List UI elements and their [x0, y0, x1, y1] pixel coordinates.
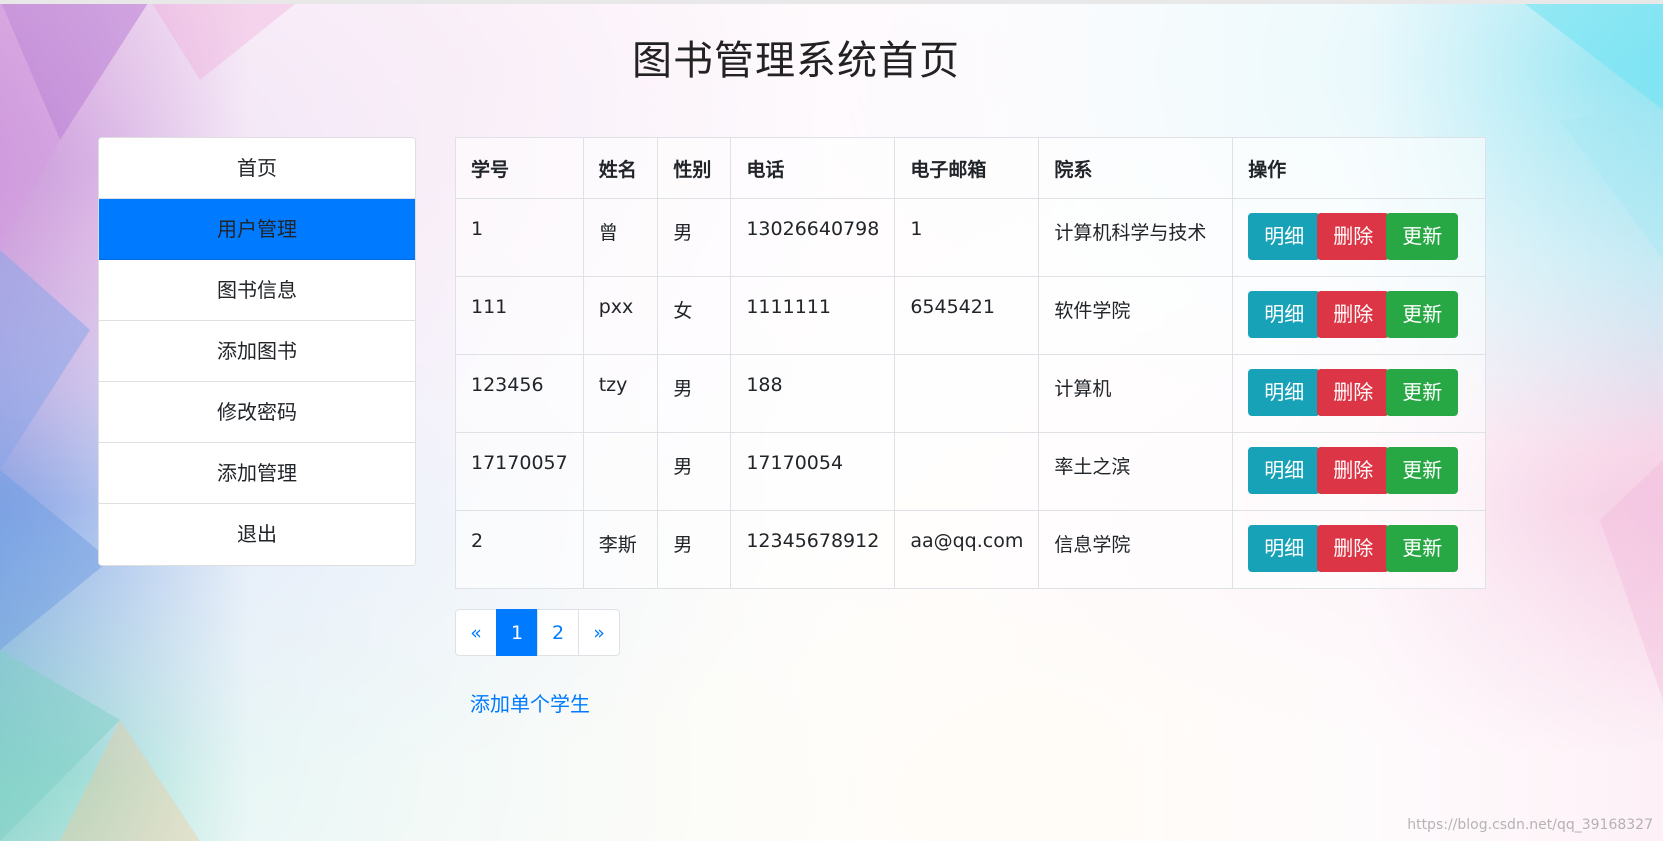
cell-student-id: 2 [455, 510, 584, 589]
top-border [0, 0, 1663, 4]
cell-phone: 17170054 [730, 432, 896, 511]
cell-gender: 男 [657, 354, 732, 433]
delete-button[interactable]: 删除 [1317, 369, 1390, 416]
cell-actions: 明细 删除 更新 [1232, 432, 1486, 511]
delete-button[interactable]: 删除 [1317, 525, 1390, 572]
cell-gender: 男 [657, 510, 732, 589]
cell-phone: 12345678912 [730, 510, 896, 589]
cell-student-id: 123456 [455, 354, 584, 433]
sidebar-item-add-book[interactable]: 添加图书 [99, 321, 415, 382]
cell-department: 信息学院 [1038, 510, 1234, 589]
table-row: 2 李斯 男 12345678912 aa@qq.com 信息学院 明细 删除 更新 [455, 510, 1486, 589]
header-phone: 电话 [730, 137, 896, 199]
update-button[interactable]: 更新 [1386, 291, 1459, 338]
cell-name [582, 432, 659, 511]
detail-button[interactable]: 明细 [1248, 213, 1321, 260]
header-department: 院系 [1038, 137, 1234, 199]
cell-student-id: 17170057 [455, 432, 584, 511]
cell-name: pxx [582, 276, 659, 355]
sidebar-item-user-management[interactable]: 用户管理 [99, 199, 415, 260]
cell-department: 计算机 [1038, 354, 1234, 433]
sidebar-item-home[interactable]: 首页 [99, 138, 415, 199]
cell-gender: 女 [657, 276, 732, 355]
header-gender: 性别 [657, 137, 732, 199]
cell-email: aa@qq.com [894, 510, 1040, 589]
delete-button[interactable]: 删除 [1317, 291, 1390, 338]
cell-department: 计算机科学与技术 [1038, 198, 1234, 277]
detail-button[interactable]: 明细 [1248, 525, 1321, 572]
cell-department: 软件学院 [1038, 276, 1234, 355]
cell-actions: 明细 删除 更新 [1232, 198, 1486, 277]
header-actions: 操作 [1232, 137, 1486, 199]
cell-email: 6545421 [894, 276, 1040, 355]
detail-button[interactable]: 明细 [1248, 291, 1321, 338]
detail-button[interactable]: 明细 [1248, 369, 1321, 416]
sidebar-nav: 首页 用户管理 图书信息 添加图书 修改密码 添加管理 退出 [98, 137, 416, 566]
pagination-next[interactable]: » [578, 609, 620, 656]
header-email: 电子邮箱 [894, 137, 1040, 199]
pagination: « 1 2 » [455, 609, 620, 656]
add-single-student-link[interactable]: 添加单个学生 [470, 688, 590, 717]
table-row: 1 曾 男 13026640798 1 计算机科学与技术 明细 删除 更新 [455, 198, 1486, 277]
sidebar-item-logout[interactable]: 退出 [99, 504, 415, 565]
cell-gender: 男 [657, 432, 732, 511]
cell-email [894, 354, 1040, 433]
sidebar-item-change-password[interactable]: 修改密码 [99, 382, 415, 443]
cell-gender: 男 [657, 198, 732, 277]
cell-name: tzy [582, 354, 659, 433]
cell-name: 李斯 [582, 510, 659, 589]
sidebar-item-add-admin[interactable]: 添加管理 [99, 443, 415, 504]
update-button[interactable]: 更新 [1386, 525, 1459, 572]
update-button[interactable]: 更新 [1386, 213, 1459, 260]
student-table: 学号 姓名 性别 电话 电子邮箱 院系 操作 1 曾 男 13026640798… [455, 137, 1486, 589]
cell-actions: 明细 删除 更新 [1232, 354, 1486, 433]
header-name: 姓名 [582, 137, 659, 199]
update-button[interactable]: 更新 [1386, 369, 1459, 416]
update-button[interactable]: 更新 [1386, 447, 1459, 494]
cell-student-id: 1 [455, 198, 584, 277]
cell-phone: 13026640798 [730, 198, 896, 277]
pagination-page-2[interactable]: 2 [537, 609, 579, 656]
cell-actions: 明细 删除 更新 [1232, 510, 1486, 589]
cell-department: 率土之滨 [1038, 432, 1234, 511]
table-row: 123456 tzy 男 188 计算机 明细 删除 更新 [455, 354, 1486, 433]
cell-actions: 明细 删除 更新 [1232, 276, 1486, 355]
detail-button[interactable]: 明细 [1248, 447, 1321, 494]
pagination-page-1[interactable]: 1 [496, 609, 538, 656]
table-row: 111 pxx 女 1111111 6545421 软件学院 明细 删除 更新 [455, 276, 1486, 355]
delete-button[interactable]: 删除 [1317, 213, 1390, 260]
page-title: 图书管理系统首页 [632, 38, 960, 84]
cell-email: 1 [894, 198, 1040, 277]
header-student-id: 学号 [455, 137, 584, 199]
cell-student-id: 111 [455, 276, 584, 355]
cell-name: 曾 [582, 198, 659, 277]
sidebar-item-book-info[interactable]: 图书信息 [99, 260, 415, 321]
cell-phone: 1111111 [730, 276, 896, 355]
pagination-prev[interactable]: « [455, 609, 497, 656]
watermark: https://blog.csdn.net/qq_39168327 [1407, 817, 1653, 833]
cell-email [894, 432, 1040, 511]
cell-phone: 188 [730, 354, 896, 433]
table-row: 17170057 男 17170054 率土之滨 明细 删除 更新 [455, 432, 1486, 511]
table-header-row: 学号 姓名 性别 电话 电子邮箱 院系 操作 [455, 137, 1486, 199]
delete-button[interactable]: 删除 [1317, 447, 1390, 494]
